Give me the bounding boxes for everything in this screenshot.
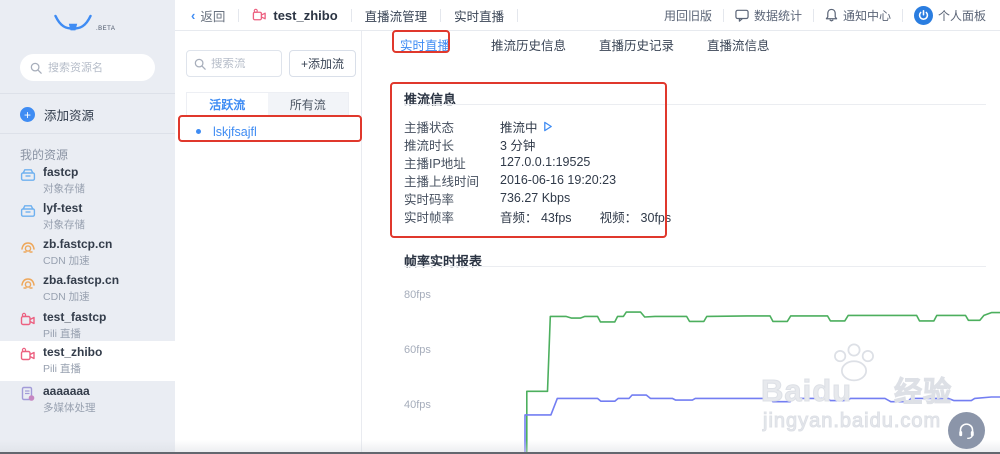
detail-tabs: 实时直播 推流历史信息 直播历史记录 直播流信息 [400,35,803,54]
sidebar-item-zba-fastcp-cn[interactable]: zba.fastcp.cn CDN 加速 [0,272,175,308]
chat-bubble-icon [735,9,749,22]
sidebar-item-test-fastcp[interactable]: test_fastcp Pili 直播 [0,309,175,345]
divider [517,8,519,22]
search-icon [30,62,42,74]
headset-icon [959,422,974,439]
use-old-version-link[interactable]: 用回旧版 [664,7,712,24]
divider [440,8,442,22]
divider [722,8,724,22]
live-camera-icon [20,312,36,328]
fps-chart-title: 帧率实时报表 [404,254,483,269]
bell-icon [825,8,838,22]
app-window: .BETA + 添加资源 我的资源 fastcp 对象存储 [0,0,1000,454]
tab-stream-info[interactable]: 直播流信息 [707,35,770,54]
current-stream-tab[interactable]: test_zhibo [252,8,338,23]
personal-panel-button[interactable]: 个人面板 [913,5,986,25]
sidebar-item-test-zhibo[interactable]: test_zhibo Pili 直播 [0,341,175,381]
nav-realtime-live[interactable]: 实时直播 [454,6,504,25]
multimedia-icon [20,386,36,402]
sidebar-item-lyf-test[interactable]: lyf-test 对象存储 [0,200,175,236]
push-info-row: 主播IP地址 127.0.0.1:19525 [404,155,591,171]
top-header: ‹ 返回 test_zhibo 直播流管理 实时直播 用回旧版 数据统计 通知中… [175,0,1000,31]
live-camera-icon [20,347,36,363]
active-dot-icon [196,129,201,134]
avatar [913,5,933,25]
stream-tabs: 活跃流 所有流 [186,92,349,117]
logo-beta-label: .BETA [96,26,116,32]
tab-realtime-live[interactable]: 实时直播 [400,35,450,54]
push-info-row: 主播上线时间 2016-06-16 19:20:23 [404,173,617,189]
tab-live-history[interactable]: 直播历史记录 [599,35,674,54]
resource-search[interactable] [20,54,155,81]
divider [350,8,352,22]
plus-icon: + [20,107,35,122]
search-icon [194,58,206,70]
my-resources-label: 我的资源 [20,148,69,162]
divider [0,93,175,94]
sidebar-item-aaaaaaa[interactable]: aaaaaaa 多媒体处理 [0,383,175,419]
chevron-left-icon: ‹ [191,7,196,23]
stream-search[interactable] [186,50,282,77]
object-storage-icon [20,203,36,219]
divider [0,133,175,134]
push-info-rows: 主播状态 推流中 推流时长 3 分钟 主播IP地址 127.0.0.1:1952… [404,117,804,225]
add-stream-button[interactable]: +添加流 [289,50,356,77]
push-info-row: 主播状态 推流中 [404,117,804,135]
divider [404,104,986,105]
nav-stream-manage[interactable]: 直播流管理 [365,6,428,25]
divider [901,8,903,22]
sidebar-item-fastcp[interactable]: fastcp 对象存储 [0,164,175,200]
tab-push-history[interactable]: 推流历史信息 [491,35,566,54]
notification-center-link[interactable]: 通知中心 [825,7,891,24]
back-button[interactable]: ‹ 返回 [191,6,225,25]
add-resource-button[interactable]: + 添加资源 [20,105,94,124]
support-button[interactable] [948,412,985,449]
push-info-row: 推流时长 3 分钟 [404,138,536,153]
bull-logo-icon [54,14,92,31]
divider [404,266,986,267]
tab-all-streams[interactable]: 所有流 [268,93,349,116]
play-icon[interactable] [543,121,553,132]
fps-chart [524,311,1000,454]
push-info-row: 实时码率 736.27 Kbps [404,191,571,207]
push-info-row: 实时帧率 音频： 43fps 视频： 30fps [404,210,672,225]
object-storage-icon [20,167,36,183]
divider [238,8,240,22]
divider [812,8,814,22]
push-info-title: 推流信息 [404,92,457,107]
brand-logo: .BETA [52,12,115,34]
main-content: 实时直播 推流历史信息 直播历史记录 直播流信息 推流信息 主播状态 推流中 推… [363,31,1000,454]
resource-search-input[interactable] [48,61,138,74]
data-statistics-link[interactable]: 数据统计 [735,7,802,24]
tab-active-streams[interactable]: 活跃流 [187,93,268,116]
cdn-icon [20,275,36,291]
stream-search-input[interactable] [211,57,273,70]
stream-list-item[interactable]: lskjfsajfl [175,119,362,144]
power-logo-icon [918,9,929,20]
cdn-icon [20,239,36,255]
sidebar: .BETA + 添加资源 我的资源 fastcp 对象存储 [0,0,175,454]
stream-list-panel: +添加流 活跃流 所有流 lskjfsajfl [175,31,362,454]
sidebar-item-zb-fastcp-cn[interactable]: zb.fastcp.cn CDN 加速 [0,236,175,272]
live-camera-icon [253,8,267,20]
